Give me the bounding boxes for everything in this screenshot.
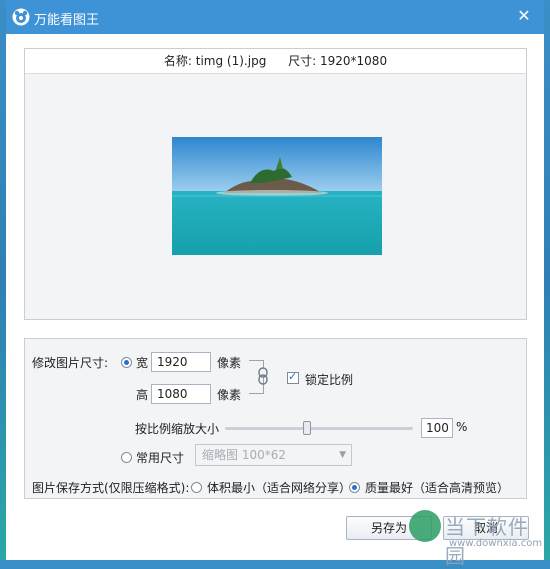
custom-size-radio[interactable]: [121, 357, 132, 368]
watermark: 当下软件园 www.downxia.com: [409, 510, 549, 568]
window-title: 万能看图王: [34, 13, 100, 28]
chain-link-icon[interactable]: [257, 367, 269, 385]
height-unit-label: 像素: [217, 388, 242, 402]
save-mode-radio-quality[interactable]: [349, 482, 360, 493]
watermark-logo-icon: [409, 510, 441, 542]
resize-section-label: 修改图片尺寸:: [32, 356, 109, 370]
app-logo-icon: [12, 8, 30, 26]
width-input[interactable]: 1920: [151, 352, 211, 372]
image-info-bar: 名称: timg (1).jpg 尺寸: 1920*1080: [25, 49, 526, 74]
common-size-select[interactable]: 缩略图 100*62 ▼: [195, 444, 352, 466]
scale-slider-thumb[interactable]: [303, 421, 311, 435]
width-label: 宽: [136, 356, 149, 370]
preview-image: [172, 137, 382, 255]
close-icon[interactable]: ✕: [517, 6, 530, 25]
save-mode-radio-smallest[interactable]: [191, 482, 202, 493]
watermark-url: www.downxia.com: [449, 538, 543, 549]
lock-ratio-checkbox[interactable]: [287, 370, 299, 384]
image-resize-dialog: 万能看图王 ✕ 名称: timg (1).jpg 尺寸: 1920*1080 修…: [6, 0, 544, 568]
title-bar[interactable]: 万能看图王 ✕: [6, 0, 544, 34]
common-size-label: 常用尺寸: [136, 451, 185, 465]
common-size-value: 缩略图 100*62: [202, 448, 286, 462]
save-mode-label-quality: 质量最好（适合高清预览）: [365, 481, 510, 495]
close-button[interactable]: ✕: [514, 6, 534, 26]
chevron-down-icon[interactable]: ▼: [339, 445, 346, 465]
common-size-radio[interactable]: [121, 452, 132, 463]
save-mode-section-label: 图片保存方式(仅限压缩格式):: [32, 481, 190, 495]
image-name: 名称: timg (1).jpg: [163, 54, 267, 68]
scale-slider-track[interactable]: [225, 427, 413, 430]
save-mode-label-smallest: 体积最小（适合网络分享）: [207, 481, 352, 495]
scale-unit-label: %: [456, 420, 468, 434]
width-unit-label: 像素: [217, 356, 242, 370]
height-input[interactable]: 1080: [151, 384, 211, 404]
scale-input[interactable]: 100: [421, 418, 453, 438]
height-label: 高: [136, 388, 149, 402]
lock-ratio-label: 锁定比例: [305, 373, 354, 387]
scale-label: 按比例缩放大小: [135, 422, 220, 436]
preview-panel: 名称: timg (1).jpg 尺寸: 1920*1080: [24, 48, 527, 320]
settings-panel: 修改图片尺寸: 宽 1920 像素 高 1080 像素 锁定比例 按比例缩放大小…: [24, 338, 527, 499]
image-dimensions: 尺寸: 1920*1080: [288, 54, 388, 68]
